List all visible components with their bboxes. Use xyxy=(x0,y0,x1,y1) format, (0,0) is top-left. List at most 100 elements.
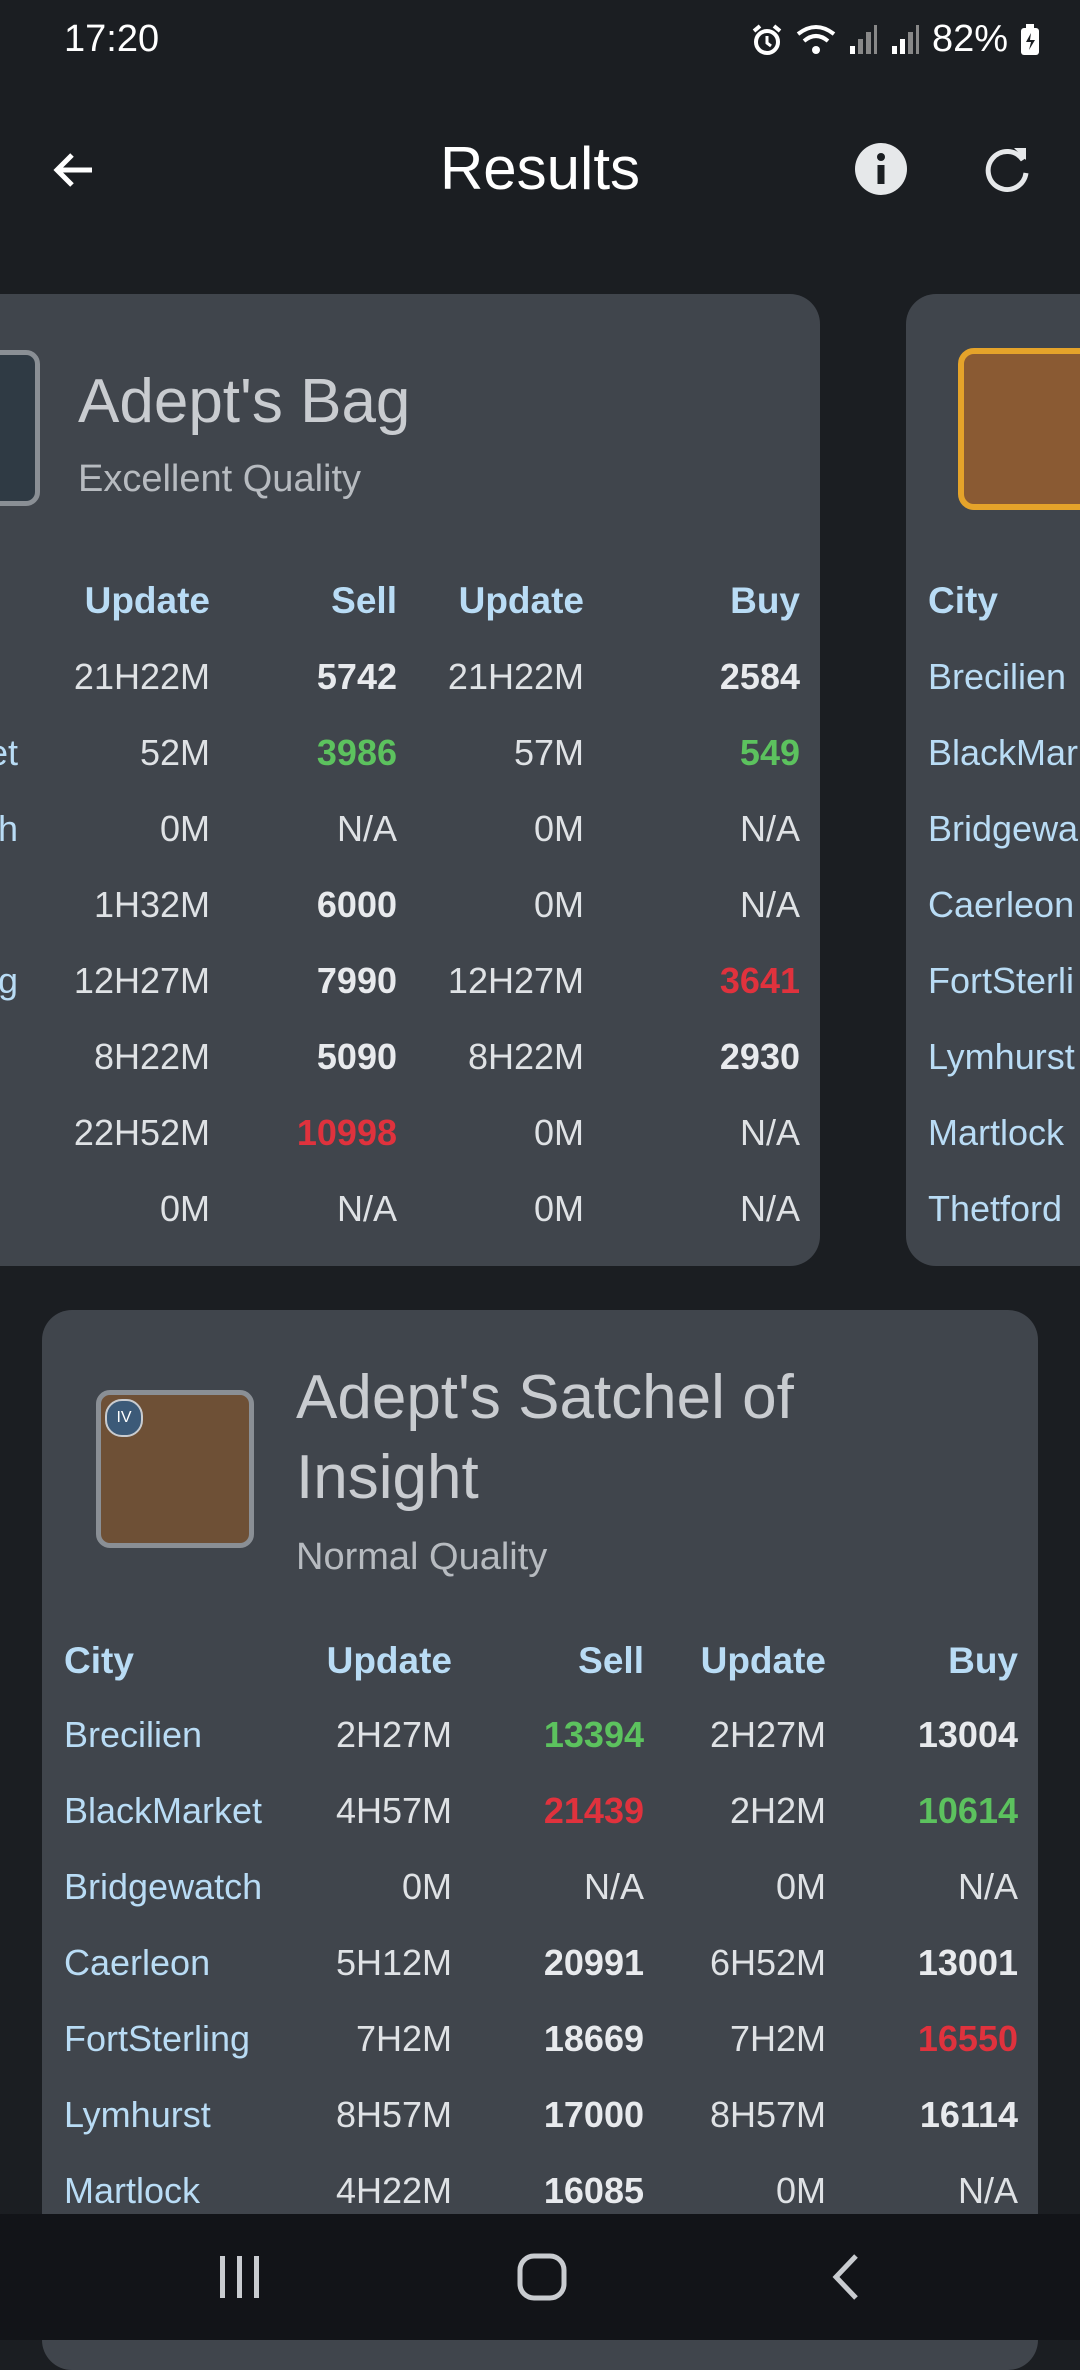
buy-updated: 12H27M xyxy=(447,960,584,1001)
table-header: City Update Sell Update Buy xyxy=(42,1640,1038,1700)
col-header-buy: Buy xyxy=(948,1640,1018,1681)
buy-price: N/A xyxy=(739,1112,800,1153)
buy-updated: 6H52M xyxy=(709,1942,826,1983)
recents-icon xyxy=(220,2256,259,2298)
table-row[interactable]: Caerleon 5H12M 20991 6H52M 13001 xyxy=(42,1942,1038,2002)
sell-updated: 21H22M xyxy=(73,656,210,697)
sell-updated: 8H57M xyxy=(335,2094,452,2135)
item-quality: Normal Quality xyxy=(296,1536,548,1578)
item-quality: Excellent Quality xyxy=(78,458,362,500)
signal-icon-1 xyxy=(848,24,878,56)
sell-updated: 0M xyxy=(401,1866,452,1907)
home-icon xyxy=(517,2253,567,2301)
buy-updated: 8H57M xyxy=(709,2094,826,2135)
sell-price: N/A xyxy=(336,808,397,849)
sell-price: 18669 xyxy=(543,2018,644,2059)
sell-updated: 4H22M xyxy=(335,2170,452,2211)
sell-updated: 0M xyxy=(159,1188,210,1229)
sell-price: 3986 xyxy=(316,732,397,773)
item-card-partial[interactable]: City Brecilien BlackMar Bridgewa Caerleon Fo… xyxy=(906,294,1080,1266)
buy-updated: 8H22M xyxy=(467,1036,584,1077)
sell-price: 5090 xyxy=(316,1036,397,1077)
col-header-update-buy: Update xyxy=(458,580,584,621)
sell-price: N/A xyxy=(336,1188,397,1229)
home-button[interactable] xyxy=(516,2252,568,2307)
wifi-icon xyxy=(796,24,836,56)
sell-updated: 0M xyxy=(159,808,210,849)
sell-updated: 22H52M xyxy=(73,1112,210,1153)
col-header-city: City xyxy=(64,1640,134,1681)
city-name: Thetford xyxy=(928,1188,1063,1229)
city-name: tch xyxy=(0,808,19,849)
table-row[interactable]: n1H32M60000MN/A xyxy=(0,884,820,944)
refresh-button[interactable] xyxy=(978,140,1036,198)
table-row[interactable]: BlackMarket 4H57M 21439 2H2M 10614 xyxy=(42,1790,1038,1850)
city-name: Brecilien xyxy=(64,1714,203,1755)
sell-price: 16085 xyxy=(543,2170,644,2211)
table-row[interactable]: ing 12H27M 7990 12H27M 3641 xyxy=(0,960,820,1020)
item-name: Adept's Bag xyxy=(78,367,411,436)
sell-updated: 52M xyxy=(139,732,210,773)
sell-updated: 12H27M xyxy=(73,960,210,1001)
item-card-adepts-bag[interactable]: Adept's Bag Excellent Quality Update Sel… xyxy=(0,294,820,1266)
sell-price: 13394 xyxy=(543,1714,644,1755)
city-name: Martlock xyxy=(64,2170,201,2211)
buy-price: N/A xyxy=(957,2170,1018,2211)
buy-updated: 2H2M xyxy=(729,1790,826,1831)
col-header-city: City xyxy=(928,580,998,621)
col-header-update-buy: Update xyxy=(700,1640,826,1681)
item-thumbnail xyxy=(958,348,1080,510)
buy-updated: 21H22M xyxy=(447,656,584,697)
col-header-update-sell: Update xyxy=(326,1640,452,1681)
battery-icon xyxy=(1020,23,1040,56)
table-row[interactable]: Brecilien 2H27M 13394 2H27M 13004 xyxy=(42,1714,1038,1774)
item-name-line1: Adept's Satchel of xyxy=(296,1363,794,1432)
buy-updated: 57M xyxy=(513,732,584,773)
status-icons: 82% xyxy=(750,18,1040,61)
sell-price: 21439 xyxy=(543,1790,644,1831)
buy-updated: 7H2M xyxy=(729,2018,826,2059)
sell-price: N/A xyxy=(583,1866,644,1907)
col-header-sell: Sell xyxy=(331,580,397,621)
nav-back-button[interactable] xyxy=(826,2252,866,2307)
table-row[interactable]: 0M N/A 0M N/A xyxy=(0,1188,820,1248)
page-title: Results xyxy=(439,135,641,202)
city-name: Caerleon xyxy=(64,1942,211,1983)
city-name: Brecilien xyxy=(928,656,1067,697)
item-thumbnail: IV xyxy=(96,1390,254,1548)
buy-price: N/A xyxy=(739,1188,800,1229)
buy-price: N/A xyxy=(957,1866,1018,1907)
table-row[interactable]: ket 52M 3986 57M 549 xyxy=(0,732,820,792)
city-name: Bridgewa xyxy=(928,808,1079,849)
city-name: ket xyxy=(0,732,19,773)
table-row[interactable]: tch 0M N/A 0M N/A xyxy=(0,808,820,868)
table-row[interactable]: t8H22M50908H22M2930 xyxy=(0,1036,820,1096)
sell-price: 6000 xyxy=(316,884,397,925)
recents-button[interactable] xyxy=(218,2252,262,2307)
info-button[interactable] xyxy=(852,140,910,198)
table-row[interactable]: k22H52M109980MN/A xyxy=(0,1112,820,1172)
table-row[interactable]: 21H22M 5742 21H22M 2584 xyxy=(0,656,820,716)
buy-price: 2584 xyxy=(719,656,800,697)
table-row[interactable]: Lymhurst 8H57M 17000 8H57M 16114 xyxy=(42,2094,1038,2154)
buy-updated: 0M xyxy=(533,1188,584,1229)
table-header: Update Sell Update Buy xyxy=(0,580,820,640)
sell-updated: 8H22M xyxy=(93,1036,210,1077)
col-header-sell: Sell xyxy=(578,1640,644,1681)
city-name: BlackMar xyxy=(928,732,1079,773)
buy-updated: 0M xyxy=(533,808,584,849)
nav-back-icon xyxy=(832,2254,858,2300)
item-card-adepts-satchel[interactable]: IV Adept's Satchel of Insight Normal Qua… xyxy=(42,1310,1038,2370)
city-name: Caerleon xyxy=(928,884,1075,925)
system-nav-bar xyxy=(0,2214,1080,2340)
table-row[interactable]: FortSterling 7H2M 18669 7H2M 16550 xyxy=(42,2018,1038,2078)
buy-updated: 0M xyxy=(775,2170,826,2211)
buy-updated: 0M xyxy=(775,1866,826,1907)
table-row[interactable]: Bridgewatch 0M N/A 0M N/A xyxy=(42,1866,1038,1926)
buy-price: 549 xyxy=(739,732,800,773)
battery-percent: 82% xyxy=(931,18,1008,60)
city-name: FortSterling xyxy=(64,2018,251,2059)
buy-price: N/A xyxy=(739,808,800,849)
sell-price: 17000 xyxy=(543,2094,644,2135)
sell-updated: 7H2M xyxy=(355,2018,452,2059)
